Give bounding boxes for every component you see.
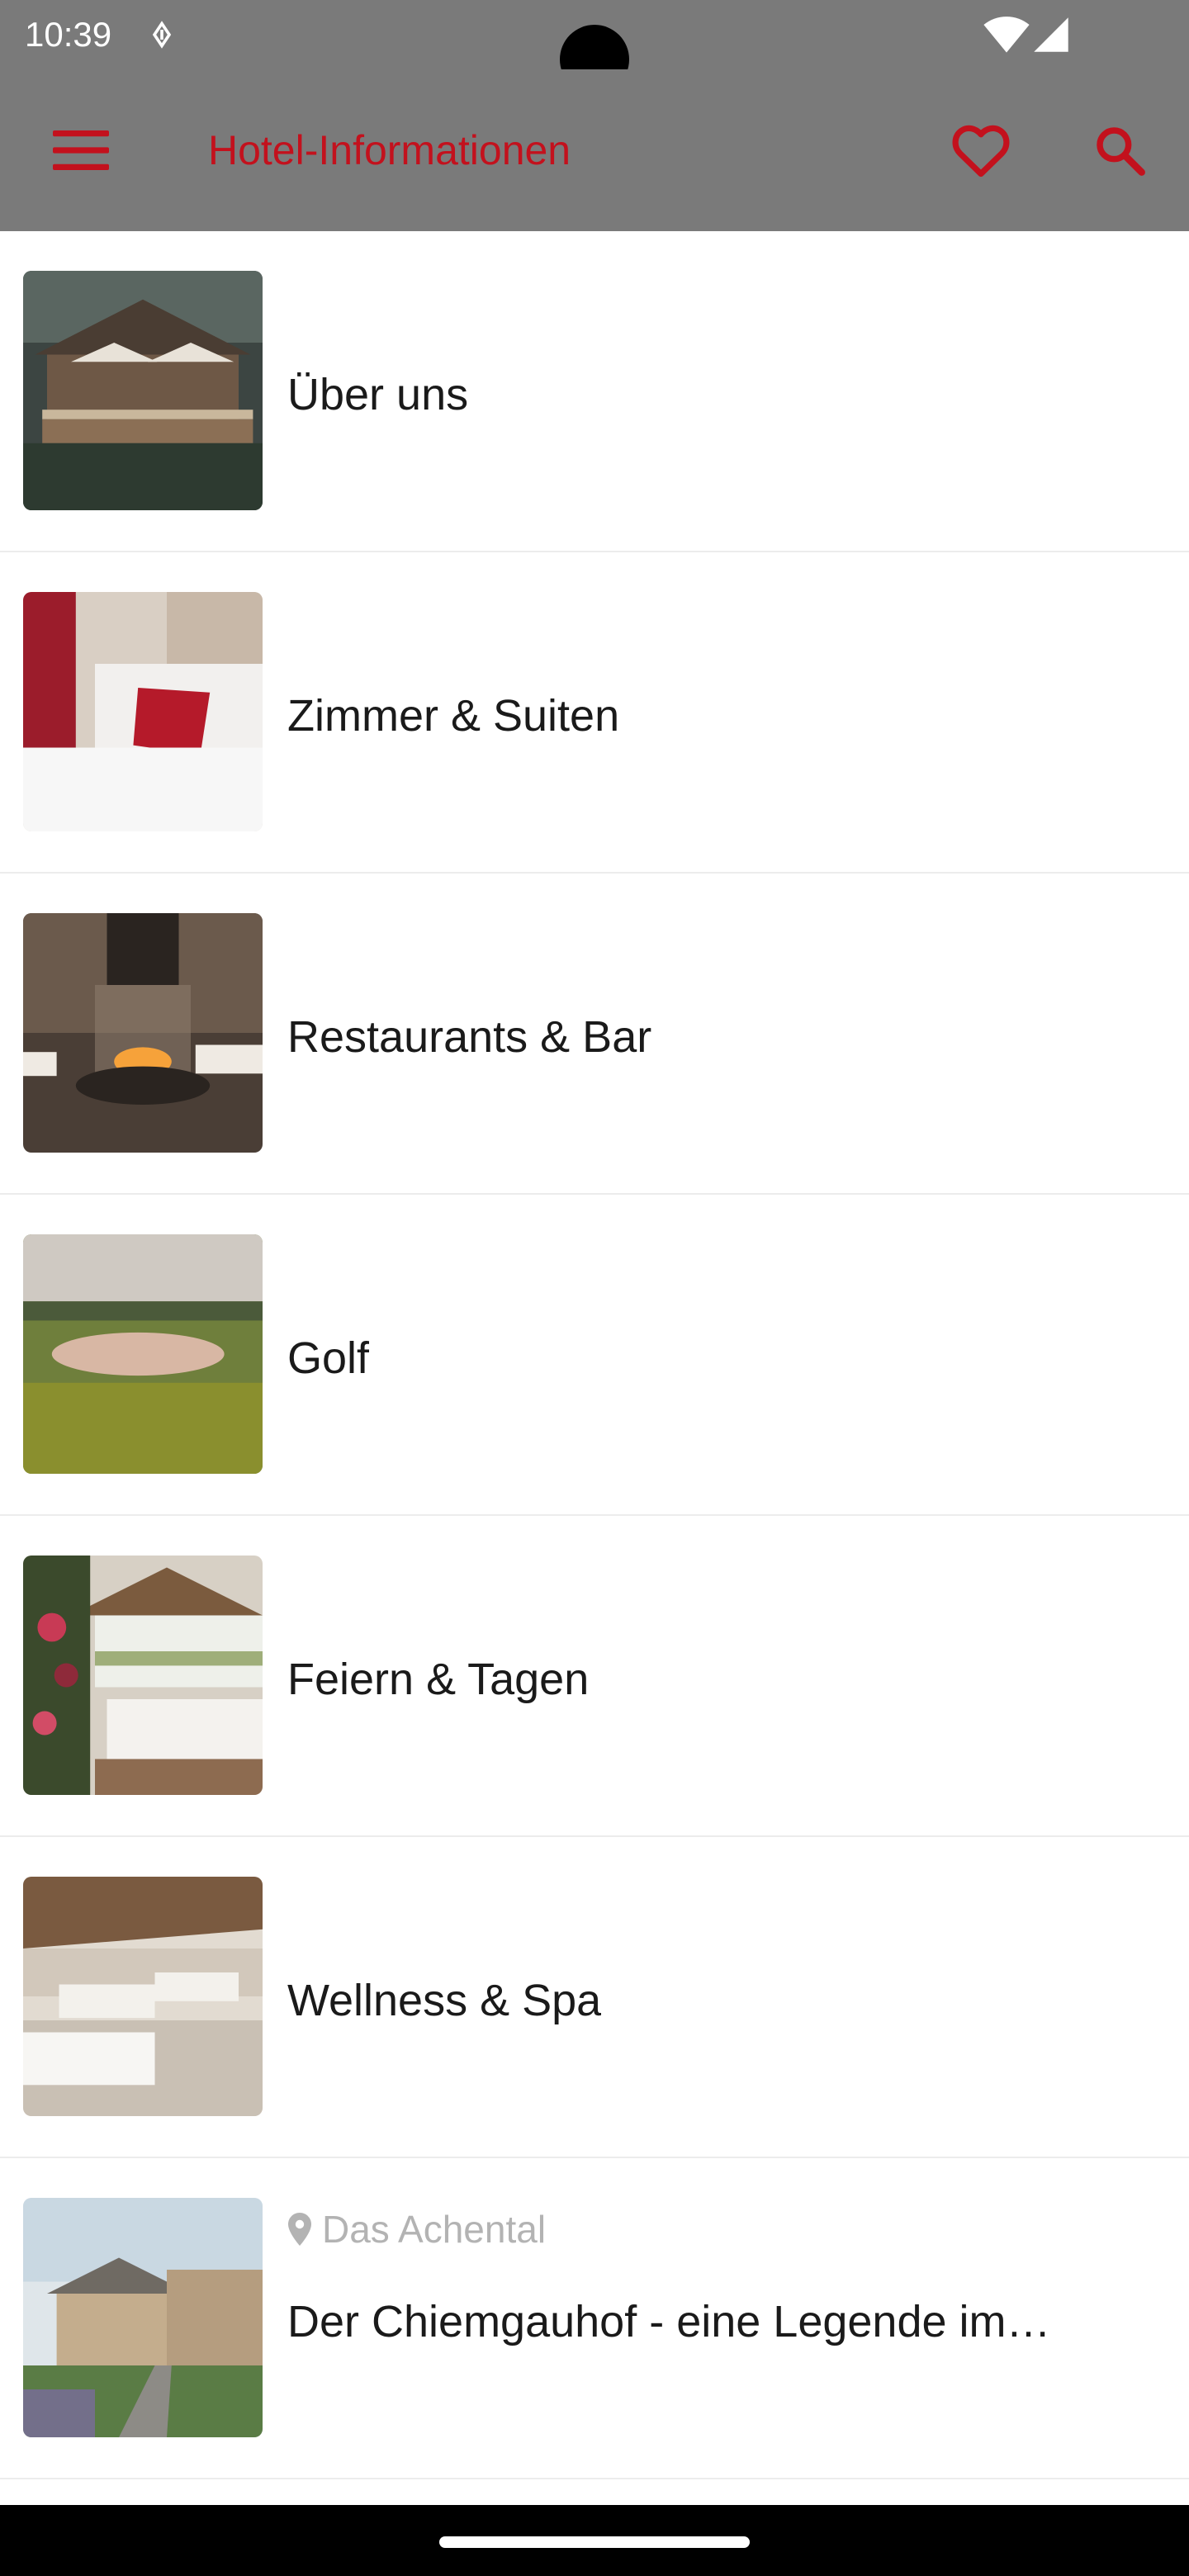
list-item-title: Der Chiemgauhof - eine Legende im… — [287, 2297, 1051, 2346]
wifi-icon — [983, 17, 1030, 53]
list-item[interactable]: Das Achental Der Chiemgauhof - eine Lege… — [0, 2158, 1189, 2479]
restaurant-fireplace-photo — [23, 913, 263, 1153]
battery-icon — [1034, 17, 1068, 52]
app-bar: Hotel-Informationen — [0, 69, 1189, 231]
data-saver-icon — [152, 21, 172, 49]
list-item[interactable]: Feiern & Tagen — [0, 1516, 1189, 1837]
search-icon — [1097, 127, 1145, 176]
list-item-title: Wellness & Spa — [287, 1976, 602, 2025]
list-item[interactable]: Golf — [0, 1195, 1189, 1516]
location-label: Das Achental — [287, 2204, 546, 2254]
spa-relaxation-room-photo — [23, 1877, 263, 2116]
list-item-subtitle: Das Achental — [322, 2208, 547, 2251]
search-button[interactable] — [1078, 109, 1161, 192]
list-item-title: Über uns — [287, 370, 469, 419]
hotel-room-bed-photo — [23, 592, 263, 831]
list-item[interactable]: Über uns — [0, 231, 1189, 552]
list-item-title: Restaurants & Bar — [287, 1012, 652, 1062]
home-gesture-handle[interactable] — [439, 2536, 750, 2548]
menu-icon — [53, 130, 109, 170]
menu-button[interactable] — [40, 109, 122, 192]
heart-icon — [952, 125, 1010, 178]
banquet-hall-photo — [23, 1556, 263, 1795]
location-pin-icon — [288, 2213, 311, 2246]
status-time: 10:39 — [25, 15, 112, 54]
status-bar: 10:39 — [0, 0, 1189, 94]
golf-course-photo — [23, 1234, 263, 1474]
chiemgauhof-building-photo — [23, 2198, 263, 2437]
info-list: Über uns Zimmer & Suiten Restaurants & B… — [0, 231, 1189, 2479]
list-item[interactable]: Zimmer & Suiten — [0, 552, 1189, 874]
navigation-bar — [0, 2505, 1189, 2576]
page-title: Hotel-Informationen — [208, 127, 571, 173]
list-item-title: Feiern & Tagen — [287, 1655, 590, 1704]
list-item-title: Golf — [287, 1333, 370, 1383]
list-item[interactable]: Wellness & Spa — [0, 1837, 1189, 2158]
list-item-title: Zimmer & Suiten — [287, 691, 620, 741]
favorites-button[interactable] — [940, 109, 1022, 192]
list-item[interactable]: Restaurants & Bar — [0, 874, 1189, 1195]
chalet-terrace-photo — [23, 271, 263, 510]
